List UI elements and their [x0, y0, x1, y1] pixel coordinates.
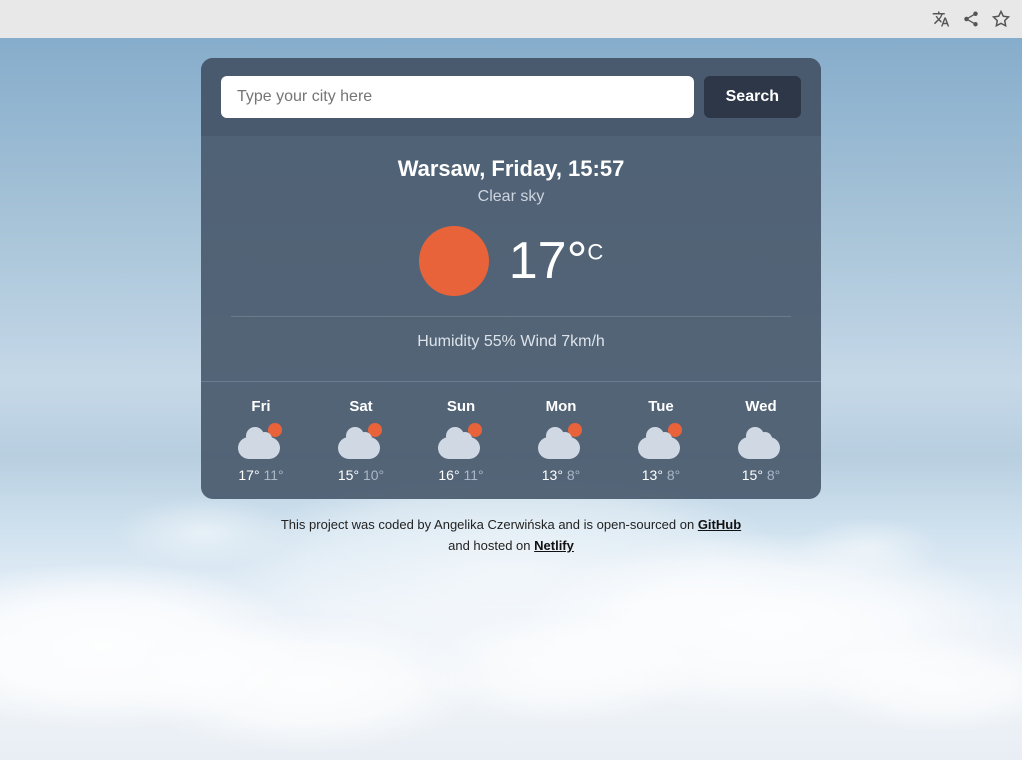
- footer: This project was coded by Angelika Czerw…: [281, 515, 741, 557]
- forecast-day-wed: Wed 15° 8°: [711, 398, 811, 483]
- forecast-day-fri: Fri 17° 11°: [211, 398, 311, 483]
- day-name-fri: Fri: [251, 398, 270, 415]
- forecast-day-sat: Sat 15° 10°: [311, 398, 411, 483]
- weather-card: Search Warsaw, Friday, 15:57 Clear sky 1…: [201, 58, 821, 499]
- forecast-icon-mon: [538, 423, 584, 459]
- github-link[interactable]: GitHub: [698, 517, 741, 532]
- search-button[interactable]: Search: [704, 76, 801, 118]
- forecast-day-mon: Mon 13° 8°: [511, 398, 611, 483]
- temps-tue: 13° 8°: [642, 467, 680, 483]
- day-name-wed: Wed: [745, 398, 776, 415]
- sun-icon: [419, 226, 489, 296]
- temp-number: 17°: [509, 232, 588, 290]
- city-search-input[interactable]: [221, 76, 694, 118]
- temps-sun: 16° 11°: [438, 467, 483, 483]
- temps-fri: 17° 11°: [238, 467, 283, 483]
- forecast-icon-wed: [738, 423, 784, 459]
- forecast-day-sun: Sun 16° 11°: [411, 398, 511, 483]
- forecast-icon-fri: [238, 423, 284, 459]
- temp-display: 17°C: [231, 226, 791, 296]
- city-time: Warsaw, Friday, 15:57: [231, 156, 791, 182]
- humidity-wind: Humidity 55% Wind 7km/h: [231, 316, 791, 351]
- forecast-icon-sun: [438, 423, 484, 459]
- temps-wed: 15° 8°: [742, 467, 780, 483]
- footer-text-before: This project was coded by Angelika Czerw…: [281, 517, 698, 532]
- translate-icon[interactable]: [930, 8, 952, 30]
- day-name-sun: Sun: [447, 398, 475, 415]
- browser-chrome: [0, 0, 1022, 38]
- bookmark-icon[interactable]: [990, 8, 1012, 30]
- temps-mon: 13° 8°: [542, 467, 580, 483]
- share-icon[interactable]: [960, 8, 982, 30]
- footer-text-middle: and hosted on: [448, 538, 534, 553]
- page-content: Search Warsaw, Friday, 15:57 Clear sky 1…: [0, 38, 1022, 557]
- forecast-day-tue: Tue 13° 8°: [611, 398, 711, 483]
- netlify-link[interactable]: Netlify: [534, 538, 574, 553]
- weather-main: Warsaw, Friday, 15:57 Clear sky 17°C Hum…: [201, 136, 821, 381]
- forecast-icon-sat: [338, 423, 384, 459]
- day-name-mon: Mon: [546, 398, 577, 415]
- day-name-sat: Sat: [349, 398, 372, 415]
- temps-sat: 15° 10°: [338, 467, 384, 483]
- forecast-section: Fri 17° 11° Sat 15° 10°: [201, 381, 821, 499]
- weather-description: Clear sky: [231, 188, 791, 206]
- day-name-tue: Tue: [648, 398, 674, 415]
- search-area: Search: [201, 58, 821, 136]
- temp-unit: C: [587, 240, 603, 265]
- temperature-value: 17°C: [509, 231, 604, 291]
- forecast-icon-tue: [638, 423, 684, 459]
